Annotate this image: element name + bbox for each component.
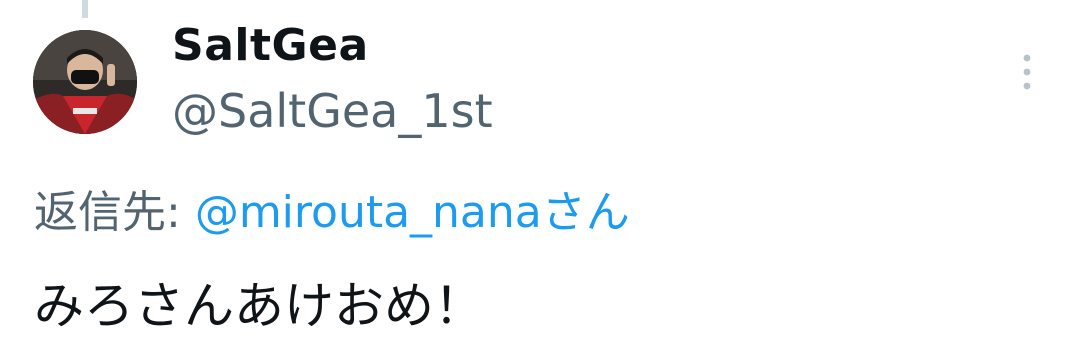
more-vertical-icon (1023, 54, 1031, 90)
reply-prefix-label: 返信先: (34, 187, 195, 238)
more-options-button[interactable] (1010, 50, 1044, 94)
author-display-name[interactable]: SaltGea (172, 20, 369, 71)
author-handle[interactable]: @SaltGea_1st (172, 84, 493, 138)
reply-context: 返信先: @mirouta_nanaさん (34, 176, 630, 240)
thread-connector-line (82, 0, 88, 18)
user-photo-icon (33, 30, 137, 134)
avatar[interactable] (33, 30, 137, 134)
tweet-text: みろさんあけおめ！ (34, 277, 484, 335)
reply-mention-link[interactable]: @mirouta_nanaさん (195, 187, 630, 238)
